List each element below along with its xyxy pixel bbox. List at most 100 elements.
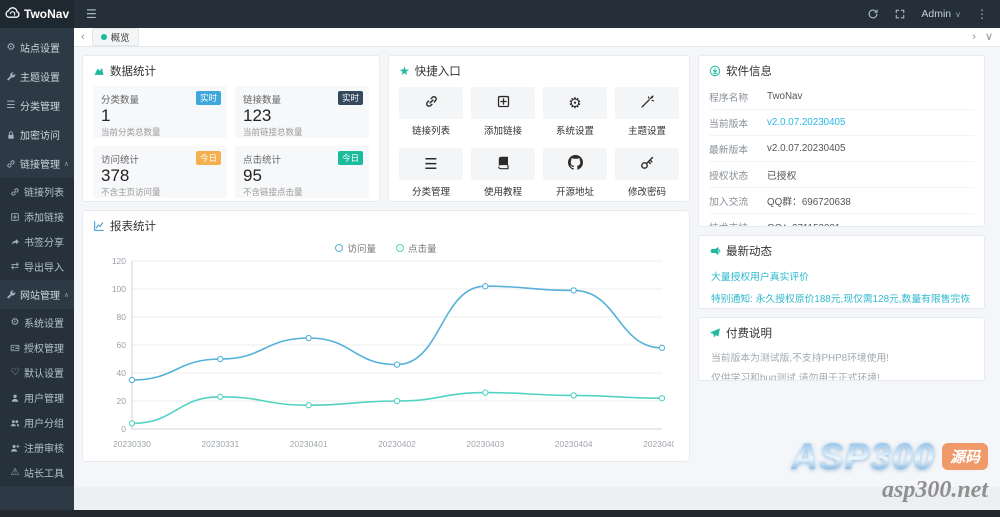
news-panel-title: 最新动态: [726, 243, 772, 259]
stat-card-badge: 今日: [338, 151, 363, 165]
news-link-0[interactable]: 大量授权用户真实评价: [711, 265, 972, 287]
data-point-marker: [394, 362, 399, 367]
quick-entry-label: 主题设置: [615, 123, 679, 137]
sidebar-item-link-manage[interactable]: 链接管理∧: [0, 149, 74, 178]
wrench-icon: [5, 72, 17, 82]
quick-grid: 链接列表添加链接⚙系统设置主题设置 ☰分类管理使用教程开源地址修改密码: [389, 84, 689, 202]
stats-panel-header: 数据统计: [83, 56, 379, 84]
tab-overview[interactable]: 概览: [92, 28, 139, 46]
sidebar-item-theme-settings[interactable]: 主题设置: [0, 62, 74, 91]
refresh-icon[interactable]: [867, 8, 879, 20]
sidebar-item-label: 书签分享: [24, 234, 64, 249]
sidebar-item-system-settings[interactable]: ⚙系统设置: [0, 310, 74, 335]
user-icon: [9, 393, 21, 403]
list-icon: ☰: [424, 155, 437, 173]
app-logo[interactable]: TwoNav: [0, 0, 74, 28]
sidebar-item-site-manage[interactable]: 网站管理∧: [0, 280, 74, 309]
sidebar-item-link-list[interactable]: 链接列表: [0, 179, 74, 204]
sidebar-item-webmaster-tools[interactable]: ⚠站长工具: [0, 460, 74, 485]
sidebar-submenu-link-manage: 链接列表添加链接书签分享 ⇄导出导入: [0, 178, 74, 280]
sidebar-item-label: 链接列表: [24, 184, 64, 199]
quick-entry-theme-settings[interactable]: 主题设置: [615, 87, 679, 137]
watermark-badge: 源码: [942, 443, 988, 470]
news-link-1[interactable]: 特别通知: 永久授权原价188元,现仅需128元,数量有限售完恢复原价!: [711, 287, 972, 309]
sidebar-item-label: 用户分组: [24, 415, 64, 430]
info-row-3: 授权状态已授权: [709, 162, 974, 188]
sidebar-item-auth-manage[interactable]: 授权管理: [0, 335, 74, 360]
sidebar-item-label: 网站管理: [20, 287, 60, 302]
x-tick-label: 20230401: [290, 439, 328, 449]
paper-plane-icon: [709, 327, 721, 339]
quick-entry-category-manage[interactable]: ☰分类管理: [399, 148, 463, 198]
info-row-value: v2.0.07.20230405: [767, 143, 845, 154]
info-row-label: 加入交流: [709, 194, 767, 208]
chart-legend-item-1[interactable]: 点击量: [396, 241, 437, 255]
quick-entry-system-settings[interactable]: ⚙系统设置: [543, 87, 607, 137]
tabs-dropdown-icon[interactable]: ∨: [985, 32, 993, 43]
quick-entry-icon-box: [399, 87, 463, 119]
sidebar-item-encrypted-access[interactable]: 加密访问: [0, 120, 74, 149]
sidebar-item-default-settings[interactable]: ♡默认设置: [0, 360, 74, 385]
cogs-icon: ⚙: [9, 317, 21, 328]
data-point-marker: [218, 356, 223, 361]
quick-entry-icon-box: [543, 148, 607, 180]
watermark: ASP300 源码 asp300.net: [791, 438, 988, 504]
right-column: 软件信息 程序名称TwoNav当前版本v2.0.07.20230405最新版本v…: [698, 55, 985, 462]
tabbar-right: › ∨: [972, 32, 993, 43]
quick-entry-change-password[interactable]: 修改密码: [615, 148, 679, 198]
kebab-menu-icon[interactable]: ⋮: [976, 7, 988, 21]
y-tick-label: 100: [112, 284, 126, 294]
info-row-value: QQ：271152891: [767, 220, 840, 228]
legend-ring-icon: [396, 244, 404, 252]
sidebar-item-user-manage[interactable]: 用户管理: [0, 385, 74, 410]
quick-entry-add-link[interactable]: 添加链接: [471, 87, 535, 137]
line-chart-icon: [93, 220, 105, 232]
tools-icon: [5, 290, 17, 300]
caret-up-icon: ∧: [64, 160, 69, 168]
info-row-value: 已授权: [767, 168, 796, 182]
sidebar-item-register-audit[interactable]: 注册审核: [0, 435, 74, 460]
info-row-value[interactable]: v2.0.07.20230405: [767, 117, 845, 128]
admin-menu[interactable]: Admin ∨: [921, 8, 961, 20]
app-window: TwoNav ☰ Admin ∨ ⋮ ⚙站点设置主题设置☰分类管理加密访问链接管…: [0, 0, 1000, 517]
stat-card-value: 95: [243, 166, 361, 186]
quick-entry-link-list[interactable]: 链接列表: [399, 87, 463, 137]
info-row-2: 最新版本v2.0.07.20230405: [709, 136, 974, 162]
sidebar-item-import-export[interactable]: ⇄导出导入: [0, 254, 74, 279]
notice-line-1: 仅供学习和bug测试,请勿用于正式环境!: [711, 367, 972, 381]
bullhorn-icon: [709, 245, 721, 257]
quick-entry-icon-box: [471, 87, 535, 119]
fullscreen-icon[interactable]: [894, 8, 906, 20]
stat-card-1: 链接数量123当前链接总数量实时: [235, 86, 369, 138]
tabs-scroll-right-icon[interactable]: ›: [972, 32, 976, 43]
stat-card-badge: 今日: [196, 151, 221, 165]
quick-entry-tutorial[interactable]: 使用教程: [471, 148, 535, 198]
data-point-marker: [129, 421, 134, 426]
sidebar-item-bookmark-share[interactable]: 书签分享: [0, 229, 74, 254]
quick-entry-open-source[interactable]: 开源地址: [543, 148, 607, 198]
topbar: TwoNav ☰ Admin ∨ ⋮: [0, 0, 1000, 28]
sidebar-item-label: 添加链接: [24, 209, 64, 224]
y-tick-label: 120: [112, 256, 126, 266]
sidebar-item-user-group[interactable]: 用户分组: [0, 410, 74, 435]
cloud-logo-icon: [5, 5, 20, 23]
data-point-marker: [129, 377, 134, 382]
watermark-domain: asp300.net: [791, 477, 988, 504]
info-row-label: 最新版本: [709, 142, 767, 156]
sidebar-item-add-link[interactable]: 添加链接: [0, 204, 74, 229]
x-tick-label: 20230330: [113, 439, 151, 449]
hamburger-icon[interactable]: ☰: [86, 7, 97, 21]
chain-icon: [424, 94, 439, 113]
tabs-scroll-left-icon[interactable]: ‹: [81, 32, 85, 43]
tab-overview-label: 概览: [111, 30, 130, 44]
series-line-1: [132, 393, 662, 424]
quick-panel-title: 快捷入口: [415, 63, 461, 79]
sidebar-item-site-settings[interactable]: ⚙站点设置: [0, 33, 74, 62]
chart-legend-item-0[interactable]: 访问量: [335, 241, 376, 255]
x-tick-label: 20230405: [643, 439, 674, 449]
stat-card-desc: 当前链接总数量: [243, 126, 361, 138]
report-panel: 报表统计 访问量点击量 0204060801001202023033020230…: [82, 210, 690, 462]
id-card-icon: [9, 343, 21, 353]
sidebar-item-category-manage[interactable]: ☰分类管理: [0, 91, 74, 120]
notice-panel: 付费说明 当前版本为测试版,不支持PHP8环境使用!仅供学习和bug测试,请勿用…: [698, 317, 985, 381]
